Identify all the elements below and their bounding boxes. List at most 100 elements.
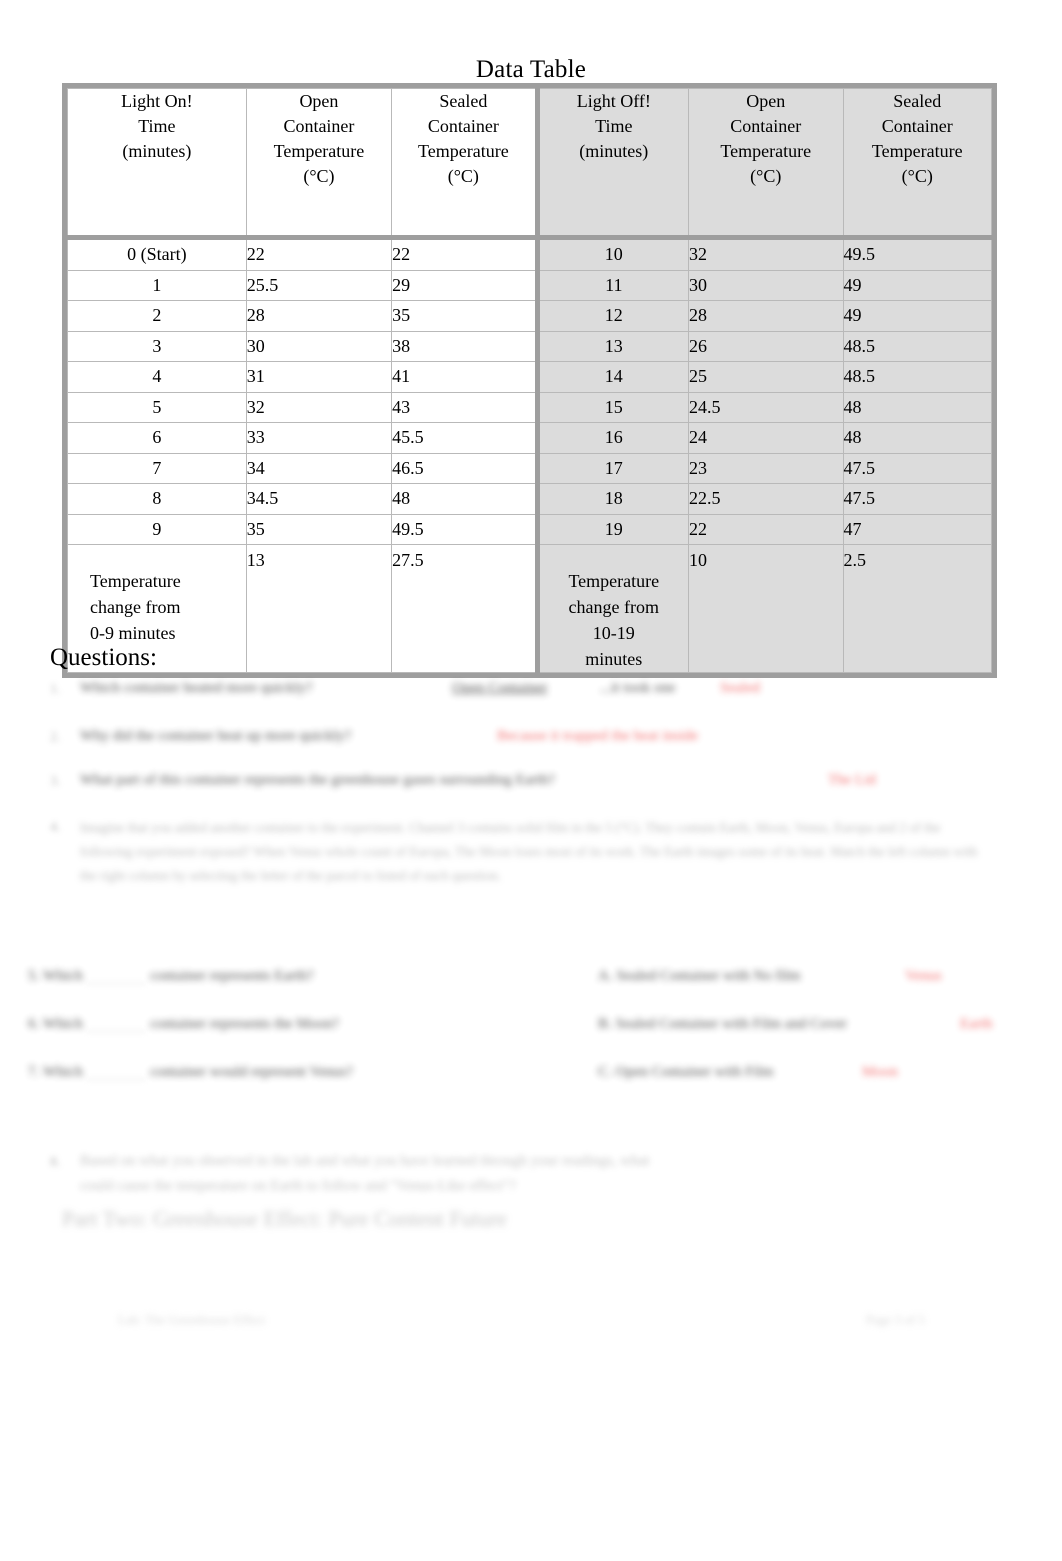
option-c-text: Open Container with Film [615, 1064, 774, 1080]
cell-sealed-on: 49.5 [391, 513, 540, 545]
table-row: 2 28 35 12 28 49 [67, 300, 993, 332]
option-a-prefix: A. [598, 968, 613, 984]
change-open-right: 10 [688, 544, 844, 673]
cell-open-on: 32 [245, 391, 393, 423]
header-line: Sealed [893, 91, 942, 111]
header-line: (°C) [750, 166, 782, 186]
cell-light-on-time: 3 [67, 330, 247, 362]
header-line: Container [881, 116, 953, 136]
question-6-suffix: container represents the Moon? [150, 1016, 339, 1032]
footer-left-label: Lab: The Greenhouse Effect [118, 1312, 266, 1327]
cell-sealed-on: 41 [391, 361, 540, 393]
header-sealed-container-off: Sealed Container Temperature (°C) [842, 88, 993, 240]
cell-sealed-off: 47 [842, 513, 993, 545]
question-1-highlight: Sealed [720, 678, 760, 698]
page-title: Data Table [475, 56, 587, 83]
question-2: Why did the container heat up more quick… [80, 726, 351, 746]
question-7-right: C. Open Container with Film [598, 1062, 773, 1082]
cell-open-on: 34 [245, 452, 393, 484]
question-7-blank[interactable] [86, 1065, 147, 1081]
cell-light-on-time: 6 [67, 422, 247, 454]
cell-light-on-time: 0 (Start) [67, 237, 247, 271]
question-8-line-2-text: could cause the temperature on Earth to … [80, 1178, 516, 1194]
cell-open-off: 32 [688, 237, 844, 271]
question-5-blank[interactable] [86, 969, 147, 985]
table-row: 5 32 43 15 24.5 48 [67, 391, 993, 423]
question-1-highlight-text: Sealed [720, 680, 760, 696]
question-3-number: 3. [50, 774, 61, 789]
question-5-right: A. Sealed Container with No film [598, 966, 800, 986]
cell-sealed-off: 49.5 [842, 237, 993, 271]
header-light-off-time: Light Off! Time (minutes) [536, 88, 690, 240]
cell-open-on: 30 [245, 330, 393, 362]
cell-open-on: 25.5 [245, 269, 393, 301]
cell-open-off: 25 [688, 361, 844, 393]
question-3: What part of this container represents t… [80, 770, 555, 790]
header-line: Open [746, 91, 786, 111]
question-6-highlight-text: Earth [960, 1016, 993, 1032]
option-c-prefix: C. [598, 1064, 612, 1080]
question-6-prefix: Which [42, 1016, 83, 1032]
change-sealed-right: 2.5 [842, 544, 993, 673]
cell-light-off-time: 19 [536, 513, 690, 545]
change-sealed-left: 27.5 [391, 544, 540, 673]
cell-light-on-time: 1 [67, 269, 247, 301]
question-7-suffix: container would represent Venus? [150, 1064, 353, 1080]
question-6-number: 6. [28, 1016, 40, 1032]
change-label-right: Temperature change from 10-19 minutes [536, 544, 690, 673]
cell-sealed-on: 22 [391, 237, 540, 271]
header-line: Sealed [439, 91, 488, 111]
change-row-line: 10-19 [592, 623, 635, 643]
cell-open-on: 28 [245, 300, 393, 332]
header-line: Time [138, 116, 176, 136]
question-6-highlight: Earth [960, 1014, 992, 1034]
question-8-line-1-text: Based on what you observed in the lab an… [80, 1153, 650, 1169]
question-7-left: 7. Which container would represent Venus… [28, 1062, 353, 1082]
header-open-container-off: Open Container Temperature (°C) [688, 88, 844, 240]
data-table-container: Light On! Time (minutes) Open Container … [62, 83, 997, 683]
option-a-text: Sealed Container with No film [616, 968, 801, 984]
table-body: 0 (Start) 22 22 10 32 49.5 1 25.5 29 11 30 49 2 28 35 1… [67, 237, 993, 673]
question-5-highlight: Venus [905, 966, 942, 986]
header-line: (°C) [303, 166, 335, 186]
change-row-line: Temperature [568, 571, 660, 591]
part-two-heading: Part Two: Greenhouse Effect: Pure Conten… [62, 1206, 507, 1231]
header-line: Temperature [273, 141, 365, 161]
change-row-line: change from [568, 597, 660, 617]
header-line: (°C) [901, 166, 933, 186]
question-5-prefix: Which [42, 968, 83, 984]
header-line: Temperature [871, 141, 963, 161]
table-row: 7 34 46.5 17 23 47.5 [67, 452, 993, 484]
question-2-number: 2. [50, 730, 61, 745]
cell-sealed-on: 35 [391, 300, 540, 332]
header-line: Open [299, 91, 339, 111]
cell-sealed-off: 49 [842, 269, 993, 301]
cell-light-on-time: 8 [67, 483, 247, 515]
questions-heading: Questions: [50, 644, 157, 671]
header-line: Temperature [720, 141, 812, 161]
question-2-highlight: Because it trapped the heat inside [497, 726, 698, 746]
question-1-answer-blank[interactable]: Open Container [452, 680, 547, 696]
question-1: Which container heated more quickly? [80, 678, 312, 698]
option-b-prefix: B. [598, 1016, 612, 1032]
table-row: 4 31 41 14 25 48.5 [67, 361, 993, 393]
cell-open-off: 24 [688, 422, 844, 454]
cell-open-on: 31 [245, 361, 393, 393]
question-8-line-1: Based on what you observed in the lab an… [80, 1151, 649, 1171]
change-row-line: change from [90, 597, 181, 617]
change-open-left: 13 [245, 544, 393, 673]
cell-light-on-time: 2 [67, 300, 247, 332]
table-row: 1 25.5 29 11 30 49 [67, 269, 993, 301]
header-sealed-container-on: Sealed Container Temperature (°C) [391, 88, 540, 240]
cell-light-off-time: 14 [536, 361, 690, 393]
cell-open-off: 26 [688, 330, 844, 362]
cell-light-off-time: 10 [536, 237, 690, 271]
question-1-text: Which container heated more quickly? [80, 680, 313, 696]
change-row-line: 13 [246, 550, 265, 570]
cell-sealed-on: 48 [391, 483, 540, 515]
header-line: Temperature [418, 141, 509, 161]
question-4-number: 4. [50, 820, 61, 835]
question-6-blank[interactable] [86, 1017, 147, 1033]
question-5-left: 5. Which container represents Earth? [28, 966, 313, 986]
cell-open-on: 34.5 [245, 483, 393, 515]
